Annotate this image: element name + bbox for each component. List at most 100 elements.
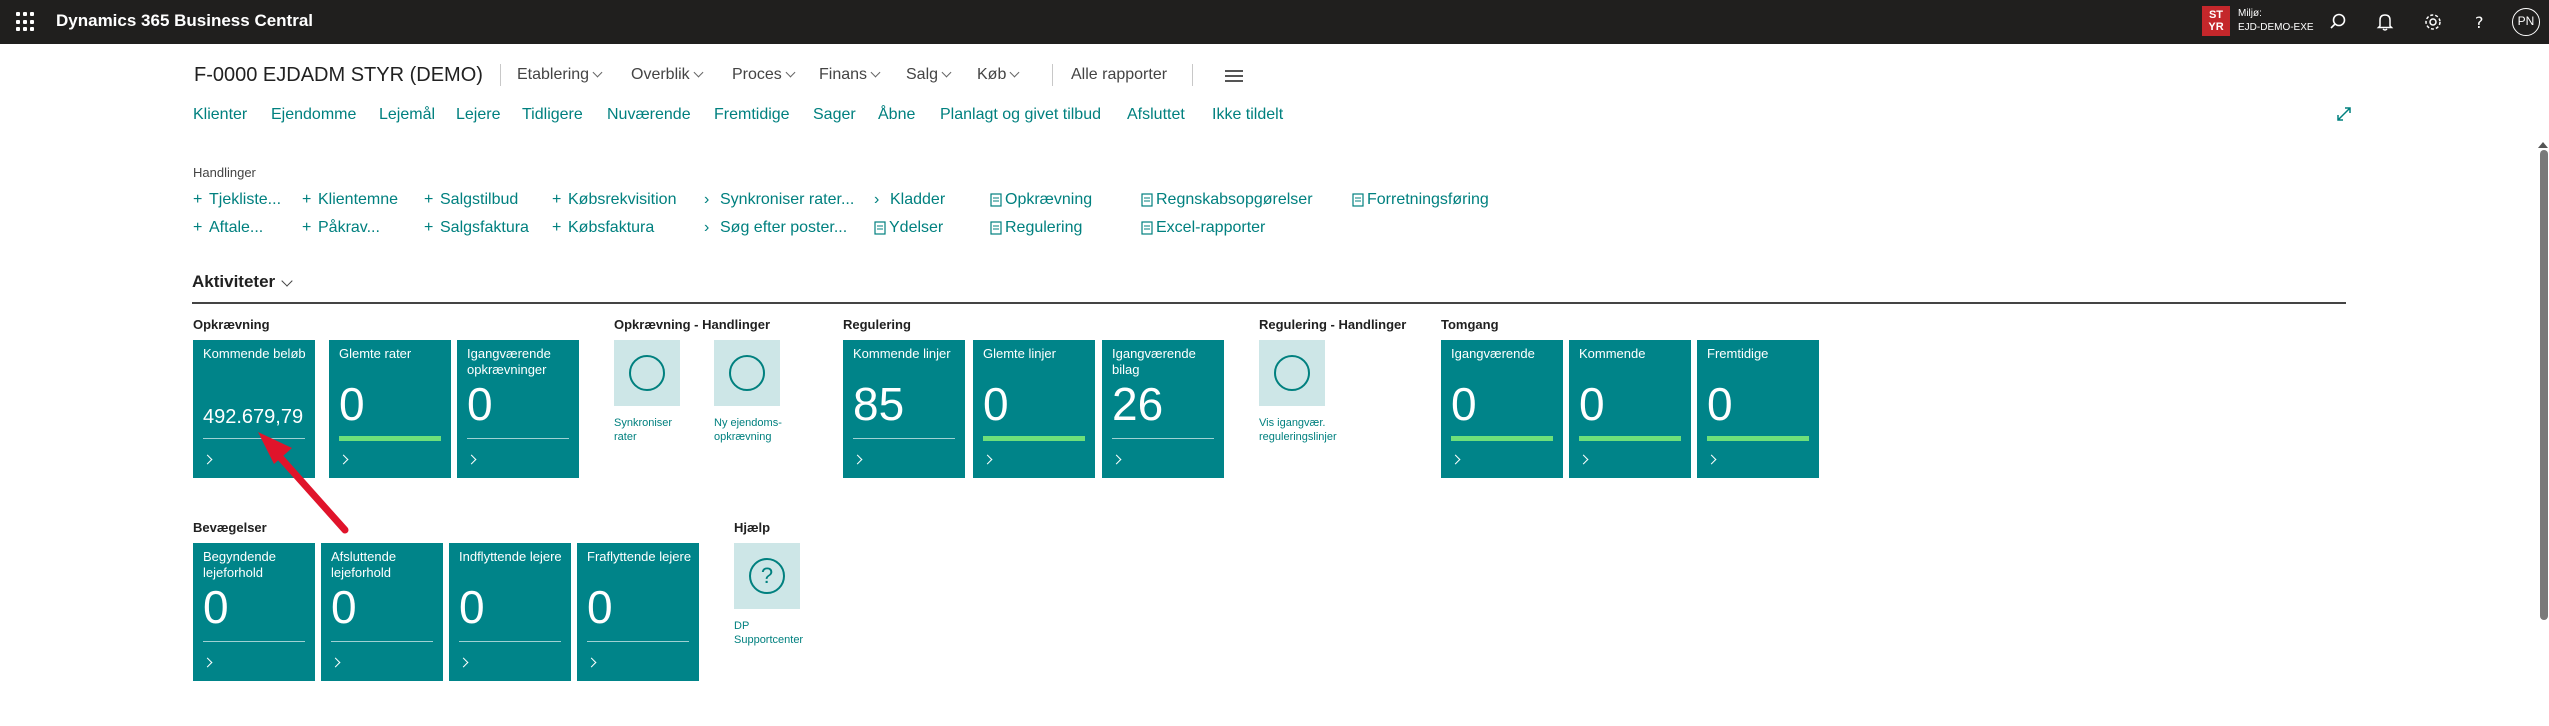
caption-synkroniser-rater[interactable]: Synkroniser rater (614, 416, 672, 444)
tile-progress-bar (983, 436, 1085, 441)
tile-label: Kommende beløb (203, 346, 306, 361)
document-icon (990, 191, 1005, 208)
menu-etablering[interactable]: Etablering (517, 66, 603, 84)
action-synkroniser-rater[interactable]: › Synkroniser rater... (704, 191, 854, 209)
action-forretningsfoering[interactable]: Forretningsføring (1352, 191, 1489, 209)
action-label: Aftale... (209, 219, 264, 236)
caption-dp-supportcenter[interactable]: DP Supportcenter (734, 619, 803, 647)
caption-ny-ejendomsopkraevning[interactable]: Ny ejendoms- opkrævning (714, 416, 782, 444)
bell-icon[interactable] (2372, 9, 2398, 35)
action-soeg-efter-poster[interactable]: › Søg efter poster... (704, 219, 847, 237)
nav-ejendomme[interactable]: Ejendomme (271, 106, 356, 124)
tile-glemte-rater[interactable]: Glemte rater 0 (329, 340, 451, 478)
env-label: Miljø: (2238, 8, 2262, 19)
action-salgstilbud[interactable]: + Salgstilbud (424, 191, 518, 209)
menu-overblik[interactable]: Overblik (631, 66, 704, 84)
search-icon[interactable] (2325, 9, 2351, 35)
plus-icon: + (552, 219, 562, 236)
nav-lejere[interactable]: Lejere (456, 106, 500, 124)
tile-value: 0 (331, 581, 357, 633)
activities-title[interactable]: Aktiviteter (192, 272, 275, 292)
action-aftale[interactable]: + Aftale... (193, 219, 263, 237)
circle-icon (629, 355, 665, 391)
tile-value: 0 (467, 378, 493, 430)
action-klientemne[interactable]: + Klientemne (302, 191, 398, 209)
nav-afsluttet[interactable]: Afsluttet (1127, 106, 1185, 124)
divider (500, 64, 501, 86)
nav-sager[interactable]: Sager (813, 106, 856, 124)
document-icon (1352, 191, 1367, 208)
tile-afsluttende-lejeforhold[interactable]: Afsluttende lejeforhold 0 (321, 543, 443, 681)
document-icon (990, 219, 1005, 236)
tile-label: Igangværende bilag (1112, 346, 1196, 377)
nav-klienter[interactable]: Klienter (193, 106, 247, 124)
app-launcher-icon[interactable] (16, 12, 36, 32)
help-icon[interactable]: ? (2467, 9, 2493, 35)
action-label: Synkroniser rater... (720, 191, 855, 208)
menu-alle-rapporter[interactable]: Alle rapporter (1071, 66, 1167, 84)
environment-badge: ST YR (2202, 6, 2230, 36)
expand-icon[interactable] (2334, 104, 2354, 124)
gear-icon[interactable] (2420, 9, 2446, 35)
avatar[interactable]: PN (2512, 8, 2540, 36)
tile-kommende-beloeb[interactable]: Kommende beløb 492.679,79 (193, 340, 315, 478)
action-excel-rapporter[interactable]: Excel-rapporter (1141, 219, 1265, 237)
action-koebsfaktura[interactable]: + Købsfaktura (552, 219, 654, 237)
action-koebsrekvisition[interactable]: + Købsrekvisition (552, 191, 676, 209)
tile-tomgang-igangvaerende[interactable]: Igangværende 0 (1441, 340, 1563, 478)
nav-nuvaerende[interactable]: Nuværende (607, 106, 691, 124)
nav-ikke-tildelt[interactable]: Ikke tildelt (1212, 106, 1283, 124)
action-tile-ny-ejendomsopkraevning[interactable] (714, 340, 780, 406)
nav-fremtidige[interactable]: Fremtidige (714, 106, 790, 124)
tile-kommende-linjer[interactable]: Kommende linjer 85 (843, 340, 965, 478)
tile-label: Glemte rater (339, 346, 412, 361)
tile-tomgang-kommende[interactable]: Kommende 0 (1569, 340, 1691, 478)
action-tile-vis-reguleringslinjer[interactable] (1259, 340, 1325, 406)
more-menu-icon[interactable] (1225, 70, 1243, 85)
action-ydelser[interactable]: Ydelser (874, 219, 943, 237)
scroll-up-arrow-icon[interactable] (2538, 142, 2548, 148)
menu-koeb[interactable]: Køb (977, 66, 1020, 84)
action-tile-synkroniser-rater[interactable] (614, 340, 680, 406)
nav-lejemaal[interactable]: Lejemål (379, 106, 435, 124)
chevron-down-icon[interactable] (281, 275, 293, 287)
nav-tidligere[interactable]: Tidligere (522, 106, 583, 124)
nav-planlagt[interactable]: Planlagt og givet tilbud (940, 106, 1101, 124)
tile-igangvaerende-bilag[interactable]: Igangværende bilag 26 (1102, 340, 1224, 478)
tile-glemte-linjer[interactable]: Glemte linjer 0 (973, 340, 1095, 478)
action-kladder[interactable]: › Kladder (874, 191, 945, 209)
tile-tomgang-fremtidige[interactable]: Fremtidige 0 (1697, 340, 1819, 478)
group-title-regulering-handlinger: Regulering - Handlinger (1259, 317, 1407, 332)
tile-label: Fraflyttende lejere (587, 549, 692, 564)
menu-salg[interactable]: Salg (906, 66, 952, 84)
tile-bar (203, 641, 305, 642)
action-tile-dp-supportcenter[interactable]: ? (734, 543, 800, 609)
menu-finans[interactable]: Finans (819, 66, 881, 84)
action-label: Regnskabsopgørelser (1156, 191, 1313, 208)
tile-igangvaerende-opkraevninger[interactable]: Igangværende opkrævninger 0 (457, 340, 579, 478)
app-title[interactable]: Dynamics 365 Business Central (56, 11, 313, 31)
tile-fraflyttende-lejere[interactable]: Fraflyttende lejere 0 (577, 543, 699, 681)
menu-proces[interactable]: Proces (732, 66, 796, 84)
action-regnskabsopgoerelser[interactable]: Regnskabsopgørelser (1141, 191, 1313, 209)
tile-begyndende-lejeforhold[interactable]: Begyndende lejeforhold 0 (193, 543, 315, 681)
caption-vis-reguleringslinjer[interactable]: Vis igangvær. reguleringslinjer (1259, 416, 1337, 444)
action-salgsfaktura[interactable]: + Salgsfaktura (424, 219, 529, 237)
chevron-right-icon (330, 657, 341, 668)
action-regulering[interactable]: Regulering (990, 219, 1082, 237)
menu-label: Finans (819, 66, 868, 83)
plus-icon: + (302, 219, 312, 236)
scrollbar-thumb[interactable] (2540, 150, 2548, 620)
tile-label: Igangværende (1451, 346, 1535, 361)
nav-aabne[interactable]: Åbne (878, 106, 915, 124)
action-label: Købsfaktura (568, 219, 655, 236)
tile-label: Glemte linjer (983, 346, 1056, 361)
menu-label: Proces (732, 66, 782, 83)
question-mark-icon: ? (749, 558, 785, 594)
group-title-opkraevning-handlinger: Opkrævning - Handlinger (614, 317, 771, 332)
action-paakrav[interactable]: + Påkrav... (302, 219, 380, 237)
action-opkraevning[interactable]: Opkrævning (990, 191, 1092, 209)
action-tjekliste[interactable]: + Tjekliste... (193, 191, 281, 209)
tile-indflyttende-lejere[interactable]: Indflyttende lejere 0 (449, 543, 571, 681)
environment-info[interactable]: Miljø: EJD-DEMO-EXE (2238, 7, 2314, 35)
